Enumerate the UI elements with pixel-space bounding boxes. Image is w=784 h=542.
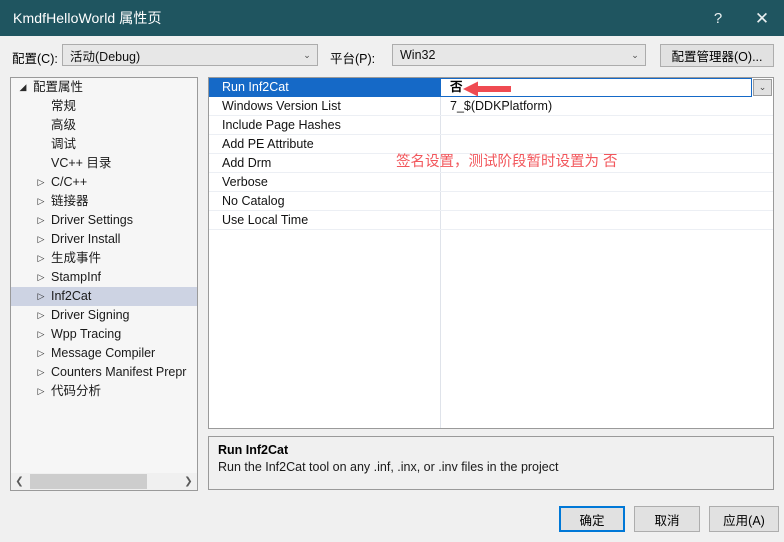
tree-item-label: Inf2Cat xyxy=(51,289,92,303)
property-row[interactable]: Add PE Attribute xyxy=(209,135,773,154)
tree-item-label: 生成事件 xyxy=(51,251,102,265)
platform-value: Win32 xyxy=(400,48,436,62)
tree-item-label: 高级 xyxy=(51,118,77,132)
property-row[interactable]: No Catalog xyxy=(209,192,773,211)
tree-item[interactable]: ▷ Driver Settings xyxy=(11,211,197,230)
help-icon[interactable]: ? xyxy=(696,0,740,36)
tree-item-label: StampInf xyxy=(51,270,102,284)
property-name: No Catalog xyxy=(222,194,285,208)
window-title: KmdfHelloWorld 属性页 xyxy=(13,10,162,26)
description-panel: Run Inf2Cat Run the Inf2Cat tool on any … xyxy=(208,436,774,490)
chevron-down-icon[interactable]: ◢ xyxy=(15,78,31,97)
property-row[interactable]: Use Local Time xyxy=(209,211,773,230)
chevron-right-icon[interactable]: ▷ xyxy=(33,287,49,306)
scroll-right-icon[interactable]: ❯ xyxy=(180,474,197,490)
close-icon[interactable]: ✕ xyxy=(740,0,784,36)
platform-label: 平台(P): xyxy=(330,52,376,66)
tree-item-label: Message Compiler xyxy=(51,346,156,360)
chevron-right-icon[interactable]: ▷ xyxy=(33,173,49,192)
description-body: Run the Inf2Cat tool on any .inf, .inx, … xyxy=(218,460,559,474)
tree-item-label: 链接器 xyxy=(51,194,89,208)
configuration-toolbar: 配置(C): 活动(Debug) ⌄ 平台(P): Win32 ⌄ 配置管理器(… xyxy=(0,36,784,74)
tree-item[interactable]: ▷ 生成事件 xyxy=(11,249,197,268)
description-title: Run Inf2Cat xyxy=(218,443,289,457)
tree-item[interactable]: ▷ StampInf xyxy=(11,268,197,287)
tree-item[interactable]: ▷ Driver Install xyxy=(11,230,197,249)
property-row[interactable]: Verbose xyxy=(209,173,773,192)
property-tree[interactable]: ◢ 配置属性 常规 高级 调试 VC++ 目录 ▷ C/C++ ▷ 链接器 ▷ Driver Sett… xyxy=(10,77,198,483)
tree-item-label: C/C++ xyxy=(51,175,88,189)
chevron-right-icon[interactable]: ▷ xyxy=(33,325,49,344)
property-row[interactable]: Add Drm xyxy=(209,154,773,173)
configuration-select[interactable]: 活动(Debug) ⌄ xyxy=(62,44,318,66)
tree-item-label: 调试 xyxy=(51,137,77,151)
property-name: Include Page Hashes xyxy=(222,118,341,132)
tree-item-label: 常规 xyxy=(51,99,77,113)
title-bar-buttons: ? ✕ xyxy=(696,0,784,36)
chevron-right-icon[interactable]: ▷ xyxy=(33,363,49,382)
tree-item[interactable]: ▷ 链接器 xyxy=(11,192,197,211)
tree-item[interactable]: 常规 xyxy=(11,97,197,116)
tree-item[interactable]: ▷ C/C++ xyxy=(11,173,197,192)
chevron-right-icon[interactable]: ▷ xyxy=(33,344,49,363)
scroll-left-icon[interactable]: ❮ xyxy=(11,474,28,490)
property-row[interactable]: Include Page Hashes xyxy=(209,116,773,135)
cancel-button[interactable]: 取消 xyxy=(634,506,700,532)
property-name: Add PE Attribute xyxy=(222,137,314,151)
platform-select[interactable]: Win32 ⌄ xyxy=(392,44,646,66)
tree-item[interactable]: ▷ Counters Manifest Prepr xyxy=(11,363,197,382)
configuration-value: 活动(Debug) xyxy=(70,49,141,64)
property-name: Windows Version List xyxy=(222,99,341,113)
chevron-right-icon[interactable]: ▷ xyxy=(33,249,49,268)
tree-item[interactable]: ▷ Wpp Tracing xyxy=(11,325,197,344)
tree-item-label: Wpp Tracing xyxy=(51,327,122,341)
tree-item-label: Driver Signing xyxy=(51,308,130,322)
property-name: Add Drm xyxy=(222,156,272,170)
property-name: Use Local Time xyxy=(222,213,309,227)
chevron-down-icon: ⌄ xyxy=(631,49,639,60)
grid-rows: Run Inf2Cat 否 ⌄ Windows Version List 7_$(DDK… xyxy=(209,78,773,230)
properties-dialog: KmdfHelloWorld 属性页 ? ✕ 配置(C): 活动(Debug) … xyxy=(0,0,784,542)
tree-item-label: Counters Manifest Prepr xyxy=(51,365,187,379)
value-dropdown-button[interactable]: ⌄ xyxy=(753,79,772,96)
tree-item-label: VC++ 目录 xyxy=(51,156,112,170)
property-grid[interactable]: Run Inf2Cat 否 ⌄ Windows Version List 7_$(DDK… xyxy=(208,77,774,429)
chevron-right-icon[interactable]: ▷ xyxy=(33,211,49,230)
chevron-right-icon[interactable]: ▷ xyxy=(33,382,49,401)
tree-item-label: Driver Install xyxy=(51,232,121,246)
property-value[interactable]: 7_$(DDKPlatform) xyxy=(441,97,773,116)
tree-item[interactable]: ▷ Inf2Cat xyxy=(11,287,197,306)
tree-item[interactable]: ◢ 配置属性 xyxy=(11,78,197,97)
tree-item-label: 配置属性 xyxy=(33,80,84,94)
property-name: Run Inf2Cat xyxy=(209,78,440,97)
chevron-right-icon[interactable]: ▷ xyxy=(33,306,49,325)
tree-item-label: Driver Settings xyxy=(51,213,133,227)
title-bar: KmdfHelloWorld 属性页 ? ✕ xyxy=(0,0,784,36)
tree-item[interactable]: 调试 xyxy=(11,135,197,154)
scrollbar-thumb[interactable] xyxy=(30,474,147,489)
ok-button[interactable]: 确定 xyxy=(559,506,625,532)
property-row[interactable]: Run Inf2Cat 否 ⌄ xyxy=(209,78,773,97)
chevron-right-icon[interactable]: ▷ xyxy=(33,268,49,287)
chevron-right-icon[interactable]: ▷ xyxy=(33,230,49,249)
tree-item[interactable]: ▷ Message Compiler xyxy=(11,344,197,363)
tree-item[interactable]: 高级 xyxy=(11,116,197,135)
property-name: Verbose xyxy=(222,175,268,189)
tree-item-label: 代码分析 xyxy=(51,384,102,398)
tree-horizontal-scrollbar[interactable]: ❮ ❯ xyxy=(10,473,198,491)
configuration-label: 配置(C): xyxy=(12,52,58,66)
chevron-right-icon[interactable]: ▷ xyxy=(33,192,49,211)
chevron-down-icon: ⌄ xyxy=(303,49,311,60)
tree-item[interactable]: VC++ 目录 xyxy=(11,154,197,173)
property-row[interactable]: Windows Version List 7_$(DDKPlatform) xyxy=(209,97,773,116)
property-value[interactable]: 否 xyxy=(441,78,773,97)
apply-button[interactable]: 应用(A) xyxy=(709,506,779,532)
tree-item[interactable]: ▷ 代码分析 xyxy=(11,382,197,401)
tree-item[interactable]: ▷ Driver Signing xyxy=(11,306,197,325)
config-manager-button[interactable]: 配置管理器(O)... xyxy=(660,44,774,67)
